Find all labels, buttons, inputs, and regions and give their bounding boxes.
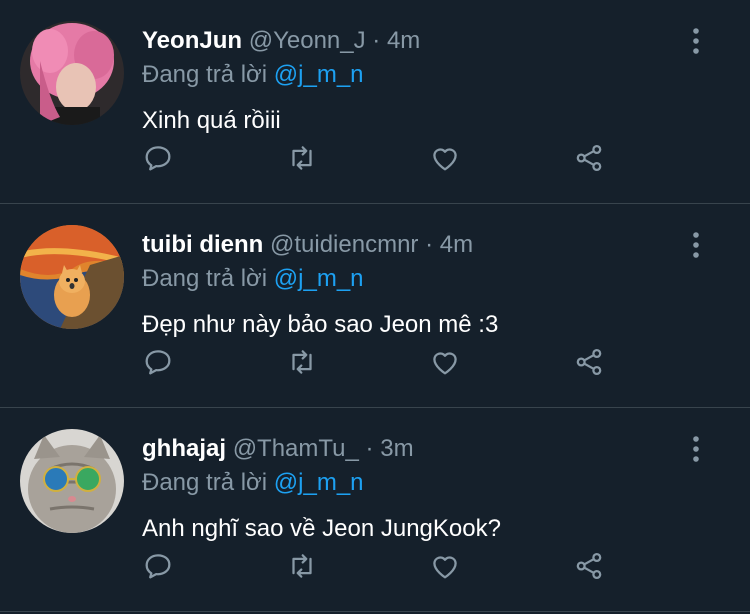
like-button[interactable]: [425, 342, 465, 382]
tweet-actions: [142, 138, 622, 178]
avatar[interactable]: [20, 21, 124, 125]
reply-icon: [145, 350, 171, 375]
tweet-header: tuibi dienn @tuidiencmnr · 4m: [142, 228, 680, 262]
user-handle[interactable]: @Yeonn_J: [249, 27, 366, 54]
like-button[interactable]: [425, 138, 465, 178]
user-handle[interactable]: @tuidiencmnr: [270, 231, 418, 258]
like-button[interactable]: [425, 546, 465, 586]
tweet-text: Anh nghĩ sao về Jeon JungKook?: [142, 515, 501, 542]
timestamp[interactable]: 3m: [380, 435, 413, 462]
replying-to-label: Đang trả lời: [142, 469, 274, 496]
separator-dot: ·: [372, 27, 381, 54]
display-name[interactable]: YeonJun: [142, 27, 242, 54]
timestamp[interactable]: 4m: [440, 231, 473, 258]
more-vertical-icon[interactable]: [686, 26, 706, 56]
more-vertical-icon[interactable]: [686, 230, 706, 260]
tweet[interactable]: ghhajaj @ThamTu_ · 3m Đang trả lời @j_m_…: [0, 408, 750, 612]
like-icon: [433, 352, 457, 375]
tweet[interactable]: tuibi dienn @tuidiencmnr · 4m Đang trả l…: [0, 204, 750, 408]
reply-icon: [145, 146, 171, 171]
share-icon: [576, 552, 602, 580]
pink-haired-person-avatar: [20, 21, 124, 125]
tweet-actions: [142, 342, 622, 382]
like-icon: [433, 556, 457, 579]
tweet[interactable]: YeonJun @Yeonn_J · 4m Đang trả lời @j_m_…: [0, 0, 750, 204]
replying-to: Đang trả lời @j_m_n: [142, 466, 680, 500]
replying-to: Đang trả lời @j_m_n: [142, 262, 680, 296]
share-icon: [576, 144, 602, 172]
reply-button[interactable]: [138, 342, 178, 382]
retweet-button[interactable]: [282, 138, 322, 178]
cat-with-sunglasses-avatar: [20, 429, 124, 533]
reply-icon: [145, 554, 171, 579]
replying-to-label: Đang trả lời: [142, 265, 274, 292]
scream-painting-cat-avatar: [20, 225, 124, 329]
more-vertical-icon[interactable]: [686, 434, 706, 464]
timestamp[interactable]: 4m: [387, 27, 420, 54]
mention-link[interactable]: @j_m_n: [274, 469, 364, 496]
display-name[interactable]: tuibi dienn: [142, 231, 263, 258]
tweet-header: ghhajaj @ThamTu_ · 3m: [142, 432, 680, 466]
retweet-button[interactable]: [282, 546, 322, 586]
share-button[interactable]: [569, 342, 609, 382]
replying-to-label: Đang trả lời: [142, 61, 274, 88]
user-handle[interactable]: @ThamTu_: [233, 435, 359, 462]
tweet-header: YeonJun @Yeonn_J · 4m: [142, 24, 680, 58]
like-icon: [433, 148, 457, 171]
separator-dot: ·: [365, 435, 374, 462]
separator-dot: ·: [425, 231, 434, 258]
replying-to: Đang trả lời @j_m_n: [142, 58, 680, 92]
share-icon: [576, 348, 602, 376]
reply-button[interactable]: [138, 546, 178, 586]
tweet-text: Xinh quá rồiii: [142, 107, 281, 134]
retweet-button[interactable]: [282, 342, 322, 382]
tweet-actions: [142, 546, 622, 586]
retweet-icon: [292, 146, 312, 170]
tweet-text: Đẹp như này bảo sao Jeon mê :3: [142, 311, 499, 338]
retweet-icon: [292, 554, 312, 578]
avatar[interactable]: [20, 429, 124, 533]
mention-link[interactable]: @j_m_n: [274, 265, 364, 292]
display-name[interactable]: ghhajaj: [142, 435, 226, 462]
mention-link[interactable]: @j_m_n: [274, 61, 364, 88]
retweet-icon: [292, 350, 312, 374]
share-button[interactable]: [569, 546, 609, 586]
avatar[interactable]: [20, 225, 124, 329]
reply-button[interactable]: [138, 138, 178, 178]
share-button[interactable]: [569, 138, 609, 178]
